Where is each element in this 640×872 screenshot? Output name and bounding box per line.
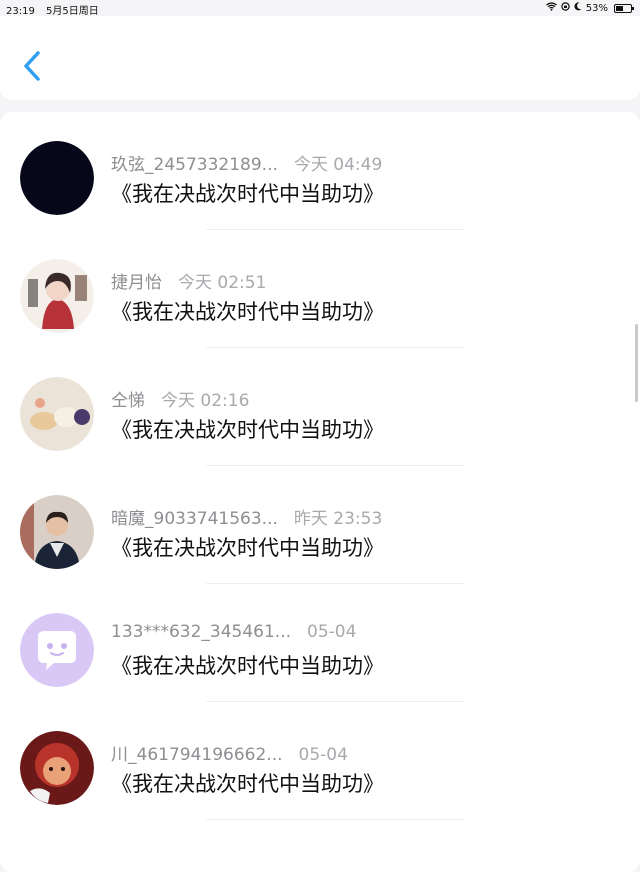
avatar[interactable] [20,613,94,687]
header [0,16,640,100]
battery-icon [614,3,634,13]
username[interactable]: 暗魔_9033741563... [111,509,278,529]
avatar[interactable] [20,141,94,215]
list-item[interactable]: 捷月怡 今天 02:51 《我在决战次时代中当助功》 [0,230,640,348]
chevron-left-icon [24,51,40,81]
item-title[interactable]: 《我在决战次时代中当助功》 [111,414,384,444]
status-bar: 23:19 5月5日周日 53% [0,0,640,17]
timestamp: 昨天 23:53 [293,509,383,529]
avatar[interactable] [20,259,94,333]
username[interactable]: 捷月怡 [111,273,162,293]
timestamp: 今天 04:49 [293,155,383,175]
item-title[interactable]: 《我在决战次时代中当助功》 [111,178,384,208]
avatar[interactable] [20,495,94,569]
timestamp: 05-04 [298,745,348,765]
username[interactable]: 仝悌 [111,391,145,411]
item-title[interactable]: 《我在决战次时代中当助功》 [111,296,384,326]
list-item[interactable]: 玖弦_2457332189... 今天 04:49 《我在决战次时代中当助功》 [0,112,640,230]
back-button[interactable] [18,46,48,86]
item-title[interactable]: 《我在决战次时代中当助功》 [111,768,384,798]
timestamp: 05-04 [307,622,357,642]
timestamp: 今天 02:51 [178,273,267,293]
list-item[interactable]: 暗魔_9033741563... 昨天 23:53 《我在决战次时代中当助功》 [0,466,640,584]
list-item[interactable]: 133***632_345461... 05-04 《我在决战次时代中当助功》 [0,584,640,702]
battery-percent: 53% [585,2,608,14]
wifi-icon [545,2,557,14]
timestamp: 今天 02:16 [161,391,250,411]
item-title[interactable]: 《我在决战次时代中当助功》 [111,650,384,680]
username[interactable]: 133***632_345461... [111,622,291,642]
list-item[interactable]: 川_461794196662... 05-04 《我在决战次时代中当助功》 [0,702,640,820]
divider [206,819,464,820]
battery-fill [616,5,624,11]
avatar[interactable] [20,377,94,451]
lock-rotation-icon [561,2,570,14]
avatar[interactable] [20,731,94,805]
item-title[interactable]: 《我在决战次时代中当助功》 [111,532,384,562]
moon-icon [574,2,582,14]
username[interactable]: 玖弦_2457332189... [111,155,278,175]
comment-list: 玖弦_2457332189... 今天 04:49 《我在决战次时代中当助功》 捷… [0,112,640,872]
list-item[interactable]: 仝悌 今天 02:16 《我在决战次时代中当助功》 [0,348,640,466]
username[interactable]: 川_461794196662... [111,745,283,765]
